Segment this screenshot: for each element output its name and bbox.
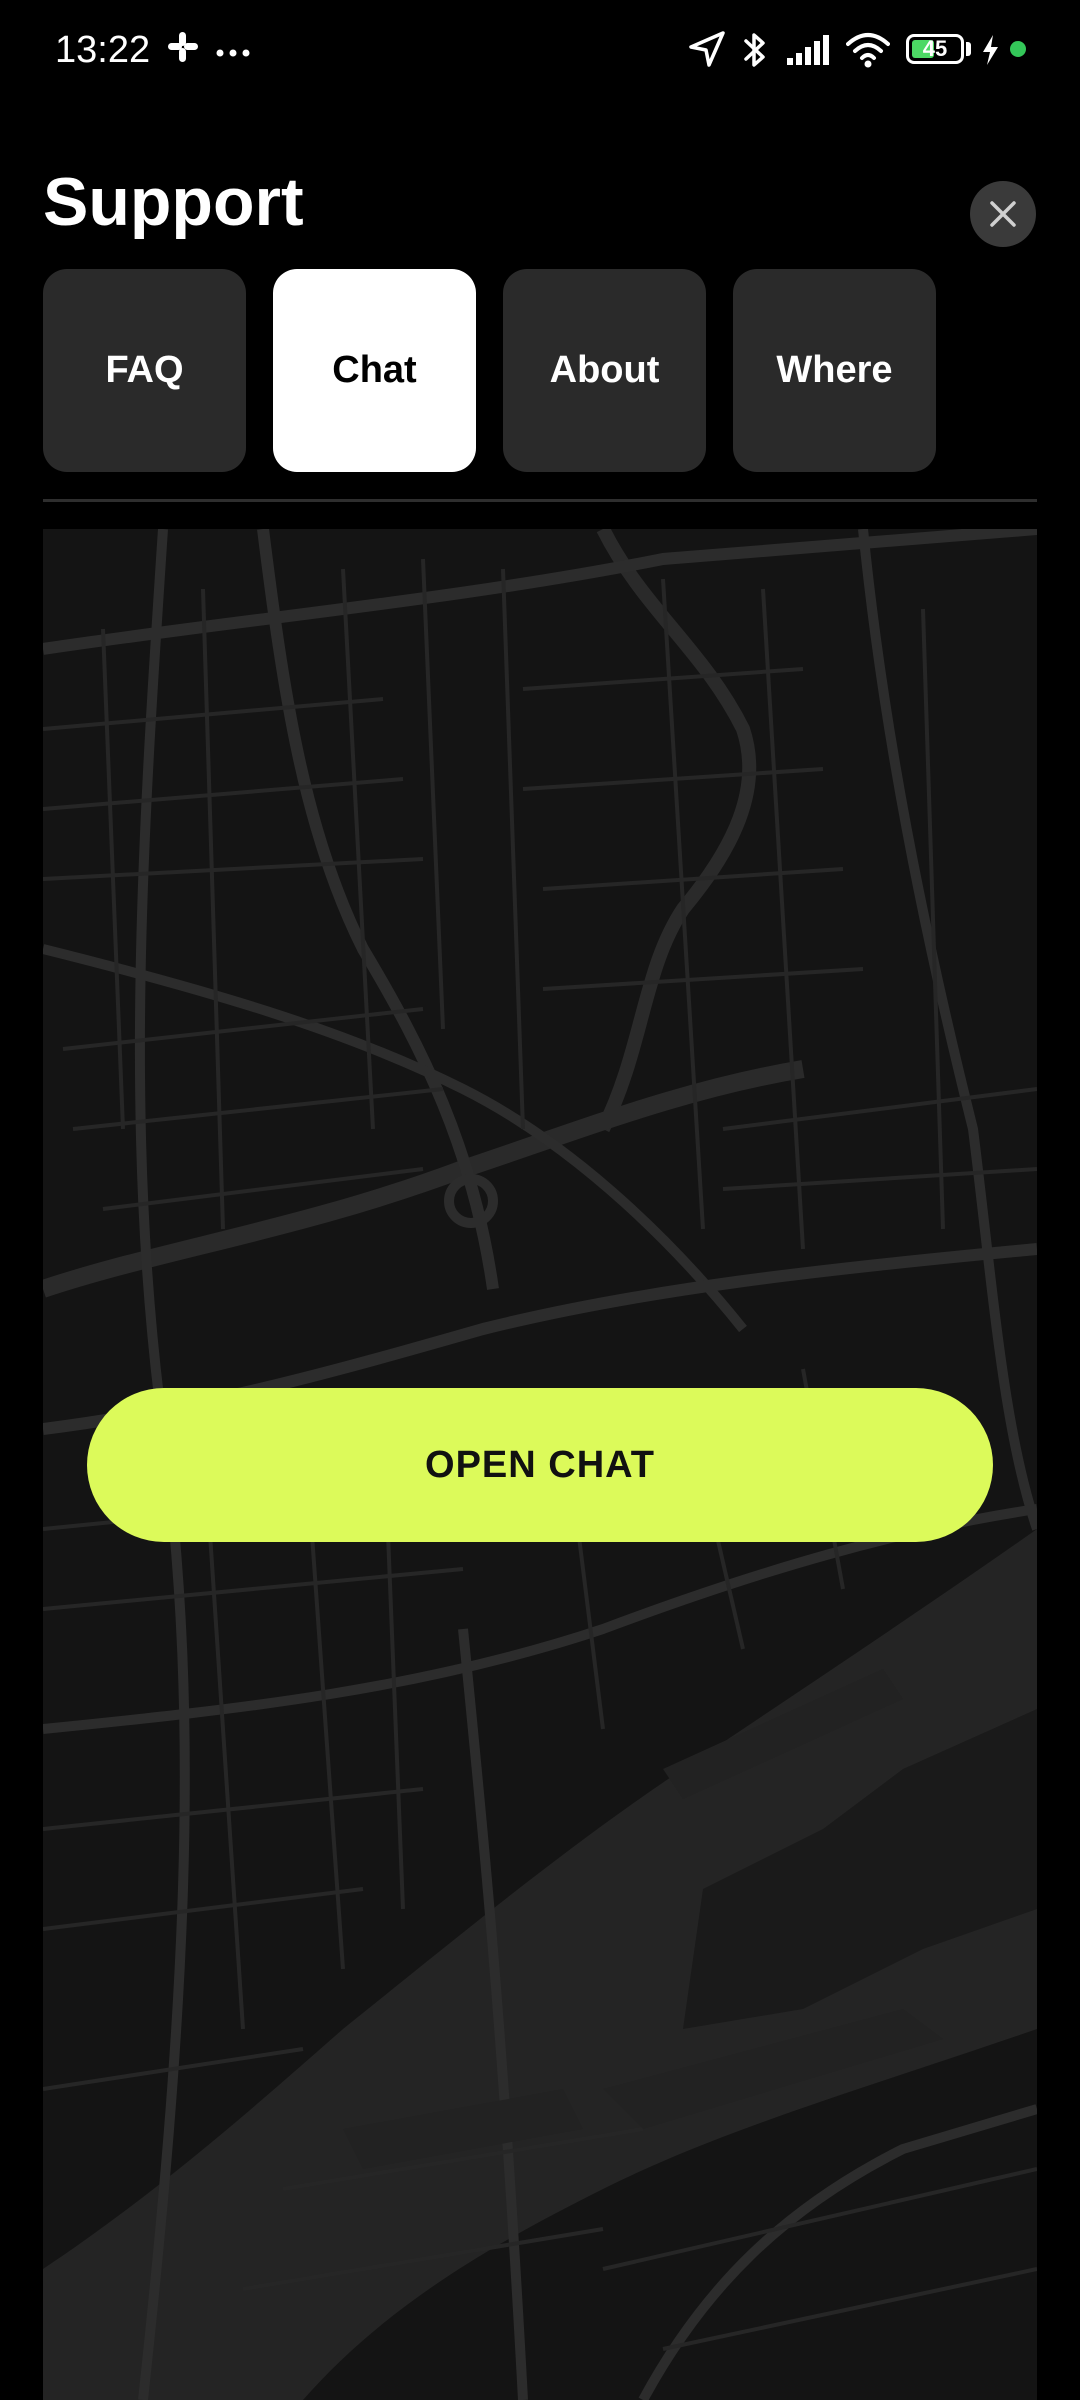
privacy-indicator-dot xyxy=(1010,41,1026,57)
tab-chat[interactable]: Chat xyxy=(273,269,476,472)
close-icon xyxy=(990,201,1016,227)
tab-about[interactable]: About xyxy=(503,269,706,472)
tab-faq[interactable]: FAQ xyxy=(43,269,246,472)
battery-level: 45 xyxy=(922,36,948,61)
close-button[interactable] xyxy=(970,181,1036,247)
battery-cap xyxy=(966,42,971,56)
battery-icon: 45 xyxy=(906,34,964,64)
divider xyxy=(43,499,1037,502)
page-title: Support xyxy=(43,164,304,240)
status-bar: 13:22 45 xyxy=(0,0,1080,100)
tab-where[interactable]: Where xyxy=(733,269,936,472)
signal-icon xyxy=(786,34,834,71)
wifi-icon xyxy=(846,32,890,73)
status-time: 13:22 xyxy=(55,29,151,71)
slack-icon xyxy=(166,30,200,69)
bluetooth-icon xyxy=(740,30,770,75)
charging-icon xyxy=(980,34,1000,71)
more-icon xyxy=(216,44,250,62)
tab-bar: FAQ Chat About Where xyxy=(43,269,1043,472)
location-arrow-icon xyxy=(688,30,726,73)
open-chat-button[interactable]: OPEN CHAT xyxy=(87,1388,993,1542)
